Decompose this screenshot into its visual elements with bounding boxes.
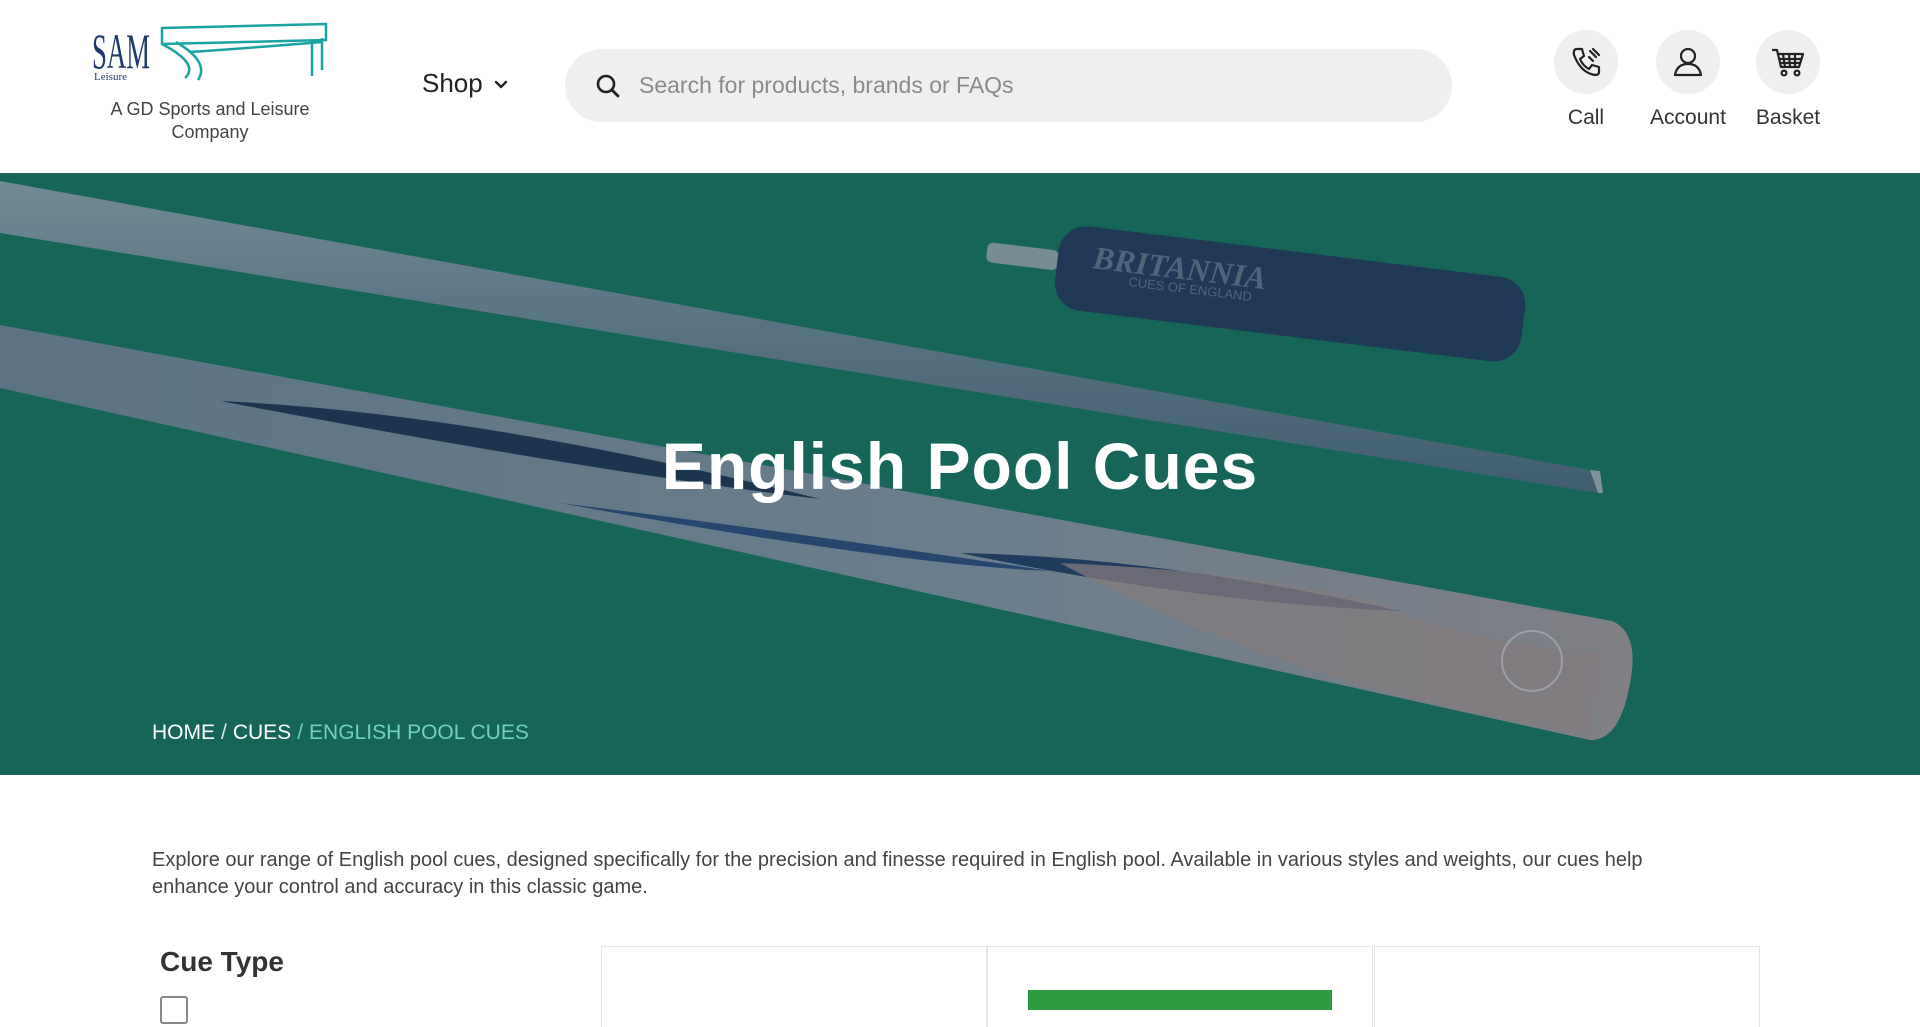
filter-checkbox[interactable] — [160, 996, 188, 1024]
account-label: Account — [1650, 106, 1726, 129]
search-bar[interactable] — [565, 49, 1452, 122]
hero-banner: BRITANNIA CUES OF ENGLAND English Pool C… — [0, 173, 1920, 775]
phone-icon — [1554, 30, 1618, 94]
shop-label: Shop — [422, 68, 483, 98]
logo[interactable]: SAM Leisure A GD Sports and Leisure Comp… — [90, 18, 330, 148]
product-card[interactable] — [601, 946, 987, 1027]
user-icon — [1656, 30, 1720, 94]
product-card[interactable] — [987, 946, 1373, 1027]
filter-heading-cue-type: Cue Type — [160, 946, 284, 977]
breadcrumb-separator: / — [297, 721, 304, 744]
basket-label: Basket — [1755, 106, 1821, 129]
logo-mark: SAM Leisure — [92, 22, 328, 83]
call-button[interactable]: Call — [1531, 30, 1641, 130]
page-title: English Pool Cues — [661, 429, 1259, 503]
shop-menu-button[interactable]: Shop — [422, 68, 509, 99]
logo-tagline: A GD Sports and Leisure Company — [110, 99, 310, 142]
search-icon[interactable] — [593, 71, 623, 101]
call-label: Call — [1567, 106, 1605, 129]
site-header: SAM Leisure A GD Sports and Leisure Comp… — [0, 0, 1920, 173]
account-button[interactable]: Account — [1633, 30, 1743, 130]
logo-brand-small: Leisure — [94, 71, 127, 83]
product-badge — [1028, 990, 1332, 1010]
breadcrumb-home[interactable]: HOME — [152, 721, 215, 745]
breadcrumb: HOME / CUES / ENGLISH POOL CUES — [152, 721, 529, 745]
cart-icon — [1756, 30, 1820, 94]
basket-button[interactable]: Basket — [1733, 30, 1843, 130]
category-description: Explore our range of English pool cues, … — [152, 849, 1643, 898]
chevron-down-icon — [494, 80, 507, 88]
breadcrumb-cues[interactable]: CUES — [233, 721, 291, 745]
breadcrumb-separator: / — [221, 721, 227, 744]
breadcrumb-current: ENGLISH POOL CUES — [309, 721, 529, 744]
product-card[interactable] — [1374, 946, 1760, 1027]
search-input[interactable] — [637, 71, 1441, 100]
